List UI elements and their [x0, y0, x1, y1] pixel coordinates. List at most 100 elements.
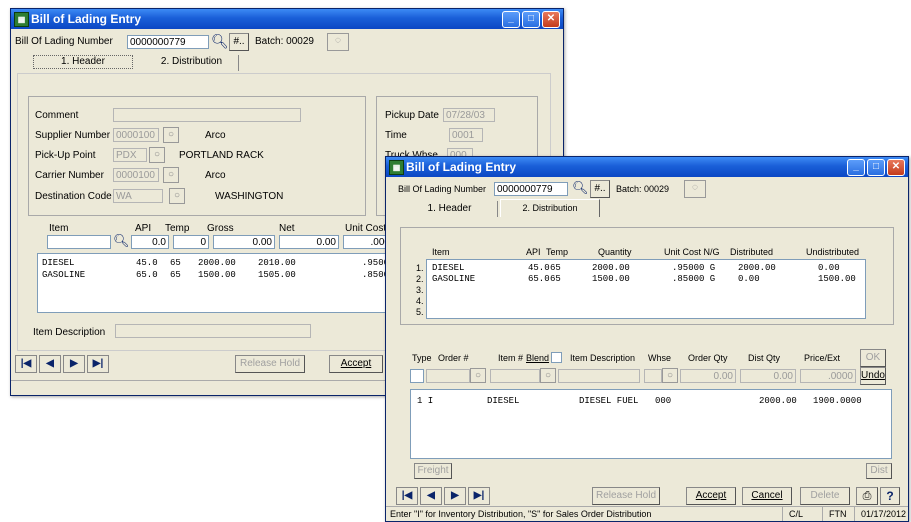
item-description-entry-input[interactable]: [558, 369, 640, 383]
pickup-date-input[interactable]: 07/28/03: [443, 108, 495, 122]
list-item[interactable]: 1 I DIESEL DIESEL FUEL 000 2000.00 1900.…: [417, 396, 887, 408]
tab-distribution[interactable]: 2. Distribution: [145, 55, 239, 71]
bol-number-input[interactable]: 0000000779: [127, 35, 209, 49]
search-icon[interactable]: 🔍︎: [211, 33, 229, 50]
dist-cell-dist: 0.00: [738, 274, 760, 284]
minimize-icon[interactable]: _: [502, 11, 520, 28]
batch-icon[interactable]: ◌: [684, 180, 706, 198]
tab-header[interactable]: 1. Header: [402, 201, 498, 217]
release-hold-button[interactable]: Release Hold: [235, 355, 305, 373]
type-entry-input[interactable]: [410, 369, 424, 383]
ok-button[interactable]: OK: [860, 349, 886, 367]
print-icon[interactable]: ⎙: [856, 487, 878, 505]
item-lookup-icon[interactable]: ○: [540, 368, 556, 383]
dist-cell-temp: 65: [550, 274, 561, 284]
lines-list[interactable]: DIESEL 45.0 65 2000.00 2010.00 .9500 GAS…: [37, 253, 397, 313]
dist-cell-api: 45.0: [528, 263, 550, 273]
search-icon[interactable]: 🔍︎: [572, 180, 589, 196]
comment-input[interactable]: [113, 108, 301, 122]
time-label: Time: [385, 130, 407, 141]
net-entry-input[interactable]: 0.00: [279, 235, 339, 249]
pickup-point-input[interactable]: PDX: [113, 148, 147, 162]
col-order-number: Order #: [438, 353, 469, 363]
status-bar: Enter "I" for Inventory Distribution, "S…: [386, 506, 908, 521]
gross-entry-input[interactable]: 0.00: [213, 235, 275, 249]
app-icon: ▦: [14, 12, 29, 27]
close-icon[interactable]: ✕: [887, 159, 905, 176]
batch-icon[interactable]: ◌: [327, 33, 349, 51]
order-lookup-icon[interactable]: ○: [470, 368, 486, 383]
col-item-description: Item Description: [570, 353, 636, 363]
next-record-icon[interactable]: ▶: [444, 487, 466, 505]
temp-entry-input[interactable]: 0: [173, 235, 209, 249]
maximize-icon[interactable]: □: [867, 159, 885, 176]
dist-button[interactable]: Dist: [866, 463, 892, 479]
previous-record-icon[interactable]: ◀: [39, 355, 61, 373]
hash-button[interactable]: #..: [590, 180, 610, 198]
carrier-lookup-icon[interactable]: ○: [163, 167, 179, 183]
supplier-input[interactable]: 0000100: [113, 128, 159, 142]
price-entry-input[interactable]: .0000: [800, 369, 856, 383]
dist-cell-temp: 65: [550, 263, 561, 273]
item-search-icon[interactable]: 🔍︎: [113, 233, 130, 249]
title-bar[interactable]: ▦ Bill of Lading Entry _ □ ✕: [11, 9, 563, 29]
hash-button[interactable]: #..: [229, 33, 249, 51]
col-gross: Gross: [207, 223, 234, 234]
api-entry-input[interactable]: 0.0: [131, 235, 169, 249]
order-qty-entry-input[interactable]: 0.00: [680, 369, 736, 383]
close-icon[interactable]: ✕: [542, 11, 560, 28]
destination-input[interactable]: WA: [113, 189, 163, 203]
undo-button[interactable]: Undo: [860, 367, 886, 385]
order-entry-input[interactable]: [426, 369, 470, 383]
app-icon: ▦: [389, 160, 404, 175]
col-price-ext: Price/Ext: [804, 353, 841, 363]
col-item: Item: [49, 223, 69, 234]
accept-button[interactable]: Accept: [686, 487, 736, 505]
whse-lookup-icon[interactable]: ○: [662, 368, 678, 383]
bol-number-label: Bill Of Lading Number: [398, 184, 487, 194]
status-date: 01/17/2012: [854, 507, 908, 521]
bol-number-input[interactable]: 0000000779: [494, 182, 568, 196]
pickup-point-label: Pick-Up Point: [35, 150, 96, 161]
blend-checkbox[interactable]: [551, 352, 562, 363]
batch-label: Batch: 00029: [616, 184, 670, 194]
dist-cell-num: 3.: [416, 285, 424, 295]
whse-entry-input[interactable]: [644, 369, 662, 383]
item-number-entry-input[interactable]: [490, 369, 540, 383]
maximize-icon[interactable]: □: [522, 11, 540, 28]
item-description-input[interactable]: [115, 324, 311, 338]
distribution-list[interactable]: [426, 259, 866, 319]
dist-cell-item: DIESEL: [432, 263, 465, 273]
tab-header[interactable]: 1. Header: [33, 55, 133, 69]
bill-of-lading-window-front: ▦ Bill of Lading Entry _ □ ✕ Bill Of Lad…: [385, 156, 909, 522]
dist-qty-entry-input[interactable]: 0.00: [740, 369, 796, 383]
help-icon[interactable]: ?: [880, 487, 900, 505]
delete-button[interactable]: Delete: [800, 487, 850, 505]
next-record-icon[interactable]: ▶: [63, 355, 85, 373]
previous-record-icon[interactable]: ◀: [420, 487, 442, 505]
col-undistributed: Undistributed: [806, 247, 860, 257]
first-record-icon[interactable]: |◀: [396, 487, 418, 505]
item-entry-input[interactable]: [47, 235, 111, 249]
minimize-icon[interactable]: _: [847, 159, 865, 176]
status-company: FTN: [822, 507, 854, 521]
time-input[interactable]: 0001: [449, 128, 483, 142]
last-record-icon[interactable]: ▶|: [87, 355, 109, 373]
carrier-input[interactable]: 0000100: [113, 168, 159, 182]
dist-cell-qty: 2000.00: [592, 263, 630, 273]
tab-distribution[interactable]: 2. Distribution: [500, 199, 600, 217]
freight-button[interactable]: Freight: [414, 463, 452, 479]
title-bar[interactable]: ▦ Bill of Lading Entry _ □ ✕: [386, 157, 908, 177]
last-record-icon[interactable]: ▶|: [468, 487, 490, 505]
supplier-lookup-icon[interactable]: ○: [163, 127, 179, 143]
first-record-icon[interactable]: |◀: [15, 355, 37, 373]
cancel-button[interactable]: Cancel: [742, 487, 792, 505]
release-hold-button[interactable]: Release Hold: [592, 487, 660, 505]
destination-lookup-icon[interactable]: ○: [169, 188, 185, 204]
order-lines-list[interactable]: 1 I DIESEL DIESEL FUEL 000 2000.00 1900.…: [410, 389, 892, 459]
bol-number-label: Bill Of Lading Number: [15, 36, 113, 47]
col-type: Type: [412, 353, 432, 363]
pickup-point-lookup-icon[interactable]: ○: [149, 147, 165, 163]
accept-button[interactable]: Accept: [329, 355, 383, 373]
col-net: Net: [279, 223, 295, 234]
